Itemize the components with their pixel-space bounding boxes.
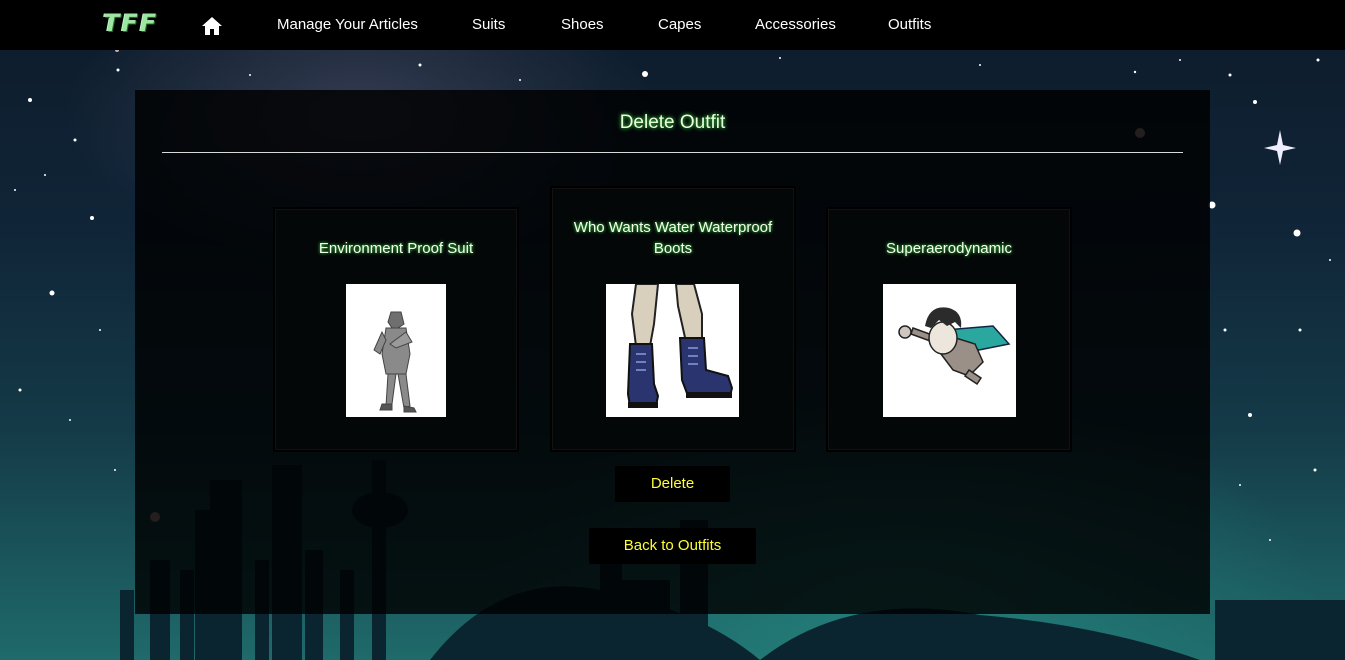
title-divider — [162, 152, 1183, 153]
delete-outfit-panel: Delete Outfit Environment Proof Suit Who… — [135, 90, 1210, 614]
nav-manage-articles[interactable]: Manage Your Articles — [277, 16, 418, 33]
page-title: Delete Outfit — [619, 112, 726, 133]
flying-cape-figure-image — [883, 284, 1016, 417]
nav-shoes[interactable]: Shoes — [561, 16, 604, 33]
nav-outfits[interactable]: Outfits — [888, 16, 931, 33]
outfit-item-card: Environment Proof Suit — [273, 207, 519, 452]
nav-accessories[interactable]: Accessories — [755, 16, 836, 33]
home-icon[interactable] — [201, 16, 223, 36]
outfit-item-card: Superaerodynamic — [826, 207, 1072, 452]
nav-suits[interactable]: Suits — [472, 16, 505, 33]
brand-logo[interactable]: TFF — [103, 9, 158, 37]
suit-figure-image — [346, 284, 446, 417]
back-to-outfits-button[interactable]: Back to Outfits — [589, 528, 756, 564]
outfit-item-name: Environment Proof Suit — [318, 240, 474, 257]
outfit-item-name: Who Wants Water Waterproof Boots — [573, 219, 773, 257]
nav-capes[interactable]: Capes — [658, 16, 701, 33]
delete-button[interactable]: Delete — [615, 466, 730, 502]
top-navbar: TFF Manage Your Articles Suits Shoes Cap… — [0, 0, 1345, 50]
outfit-item-name: Superaerodynamic — [886, 240, 1012, 257]
boots-image — [606, 284, 739, 417]
outfit-item-card: Who Wants Water Waterproof Boots — [550, 186, 796, 452]
